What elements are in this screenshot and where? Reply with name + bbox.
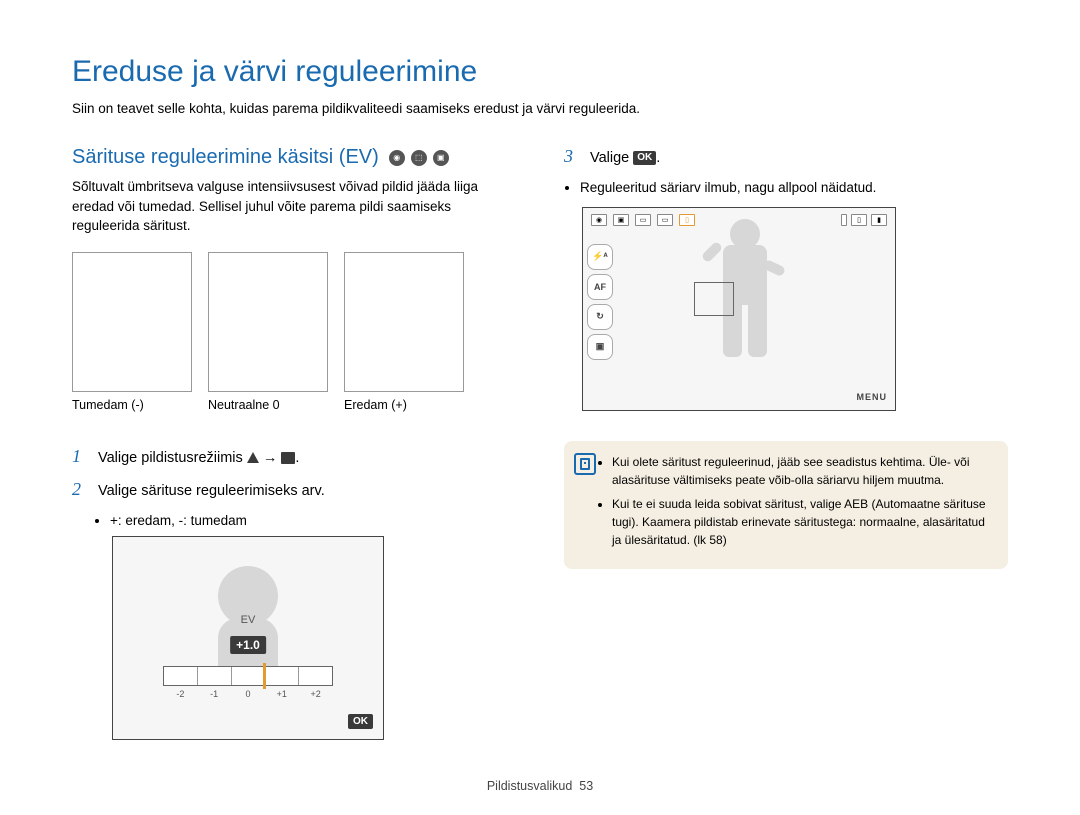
thumb-brighter: Eredam (+) [344,252,464,412]
mode-indicator-icon: ◉ [591,214,607,226]
thumb-label-brighter: Eredam (+) [344,398,464,412]
note-item-1: Kui olete säritust reguleerinud, jääb se… [612,453,994,489]
step-3-detail: Reguleeritud säriarv ilmub, nagu allpool… [580,180,1008,195]
card-icon: ▯ [851,214,867,226]
step-3-text: Valige OK. [590,148,1008,170]
step-3-prefix: Valige [590,150,629,166]
step-2-detail: +: eredam, -: tumedam [110,513,500,528]
ev-tick-m1: -1 [210,689,218,699]
focus-frame-icon [694,282,734,316]
section-heading: Särituse reguleerimine käsitsi (EV) ◉ ⬚ … [72,146,500,169]
footer-section-name: Pildistusvalikud [487,779,572,793]
right-column: 3 Valige OK. Reguleeritud säriarv ilmub,… [564,146,1008,740]
note-list: Kui olete säritust reguleerinud, jääb se… [612,453,994,549]
step-2-text: Valige särituse reguleerimiseks arv. [98,481,500,503]
ev-ok-button: OK [348,714,373,729]
two-column-layout: Särituse reguleerimine käsitsi (EV) ◉ ⬚ … [72,146,1012,740]
step-3: 3 Valige OK. [564,146,1008,170]
section-title-text: Särituse reguleerimine käsitsi (EV) [72,146,379,169]
step-1-label: Valige pildistusrežiimis [98,450,243,466]
drive-indicator-icon: ▯ [679,214,695,226]
ev-tick-m2: -2 [176,689,184,699]
thumb-image-neutral [208,252,328,392]
video-mode-icon: ▣ [433,150,449,166]
step-number-2: 2 [72,479,86,500]
page-content: Ereduse ja värvi reguleerimine Siin on t… [0,0,1080,740]
thumb-label-darker: Tumedam (-) [72,398,192,412]
af-icon: AF [587,274,613,300]
ev-tick-p2: +2 [310,689,320,699]
size-indicator-icon: ▭ [657,214,673,226]
note-icon [574,453,596,475]
camera-mode-icon: ◉ [389,150,405,166]
mode-icons: ◉ ⬚ ▣ [389,150,449,166]
ev-tick-0: 0 [245,689,250,699]
menu-label: MENU [857,392,888,402]
rotate-icon: ↻ [587,304,613,330]
exposure-thumbnails: Tumedam (-) Neutraalne 0 Eredam (+) [72,252,500,412]
section-description: Sõltuvalt ümbritseva valguse intensiivsu… [72,177,500,236]
footer-page-number: 53 [579,779,593,793]
step-1-text: Valige pildistusrežiimis → . [98,448,500,470]
up-triangle-icon [247,452,259,463]
thumb-image-brighter [344,252,464,392]
arrow-icon: → [263,450,278,466]
ev-adjustment-screen: EV +1.0 -2 -1 0 +1 +2 OK [112,536,384,740]
ev-indicator-icon: ▣ [613,214,629,226]
camera-left-icons: ⚡ᴬ AF ↻ ▣ [587,244,613,360]
signal-icon [841,214,847,226]
ev-scale-marker [263,663,266,689]
ev-value: +1.0 [230,636,266,654]
ev-label: EV [241,614,256,626]
battery-icon: ▮ [871,214,887,226]
steps-list: 1 Valige pildistusrežiimis → . 2 Valige … [72,446,500,741]
note-box: Kui olete säritust reguleerinud, jääb se… [564,441,1008,569]
thumb-darker: Tumedam (-) [72,252,192,412]
dual-mode-icon: ⬚ [411,150,427,166]
left-column: Särituse reguleerimine käsitsi (EV) ◉ ⬚ … [72,146,500,740]
step-1: 1 Valige pildistusrežiimis → . [72,446,500,470]
thumb-label-neutral: Neutraalne 0 [208,398,328,412]
camera-result-screen: ◉ ▣ ▭ ▭ ▯ ▯ ▮ ⚡ᴬ AF ↻ ▣ [582,207,896,411]
ev-menu-icon [281,452,295,464]
grid-icon: ▣ [587,334,613,360]
step-number-1: 1 [72,446,86,467]
ev-scale: -2 -1 0 +1 +2 [163,666,333,686]
thumb-neutral: Neutraalne 0 [208,252,328,412]
step-2: 2 Valige särituse reguleerimiseks arv. [72,479,500,503]
camera-top-left-icons: ◉ ▣ ▭ ▭ ▯ [591,214,695,226]
intro-text: Siin on teavet selle kohta, kuidas parem… [72,101,1012,116]
timer-indicator-icon: ▭ [635,214,651,226]
page-footer: Pildistusvalikud 53 [0,779,1080,793]
step-3-bullet: Reguleeritud säriarv ilmub, nagu allpool… [580,180,1008,195]
camera-top-right-icons: ▯ ▮ [841,214,887,226]
thumb-image-darker [72,252,192,392]
ev-tick-p1: +1 [277,689,287,699]
note-item-2: Kui te ei suuda leida sobivat säritust, … [612,495,994,549]
ok-icon: OK [633,151,656,165]
page-title: Ereduse ja värvi reguleerimine [72,55,1012,89]
flash-auto-icon: ⚡ᴬ [587,244,613,270]
step-number-3: 3 [564,146,578,167]
step-2-bullet: +: eredam, -: tumedam [110,513,500,528]
